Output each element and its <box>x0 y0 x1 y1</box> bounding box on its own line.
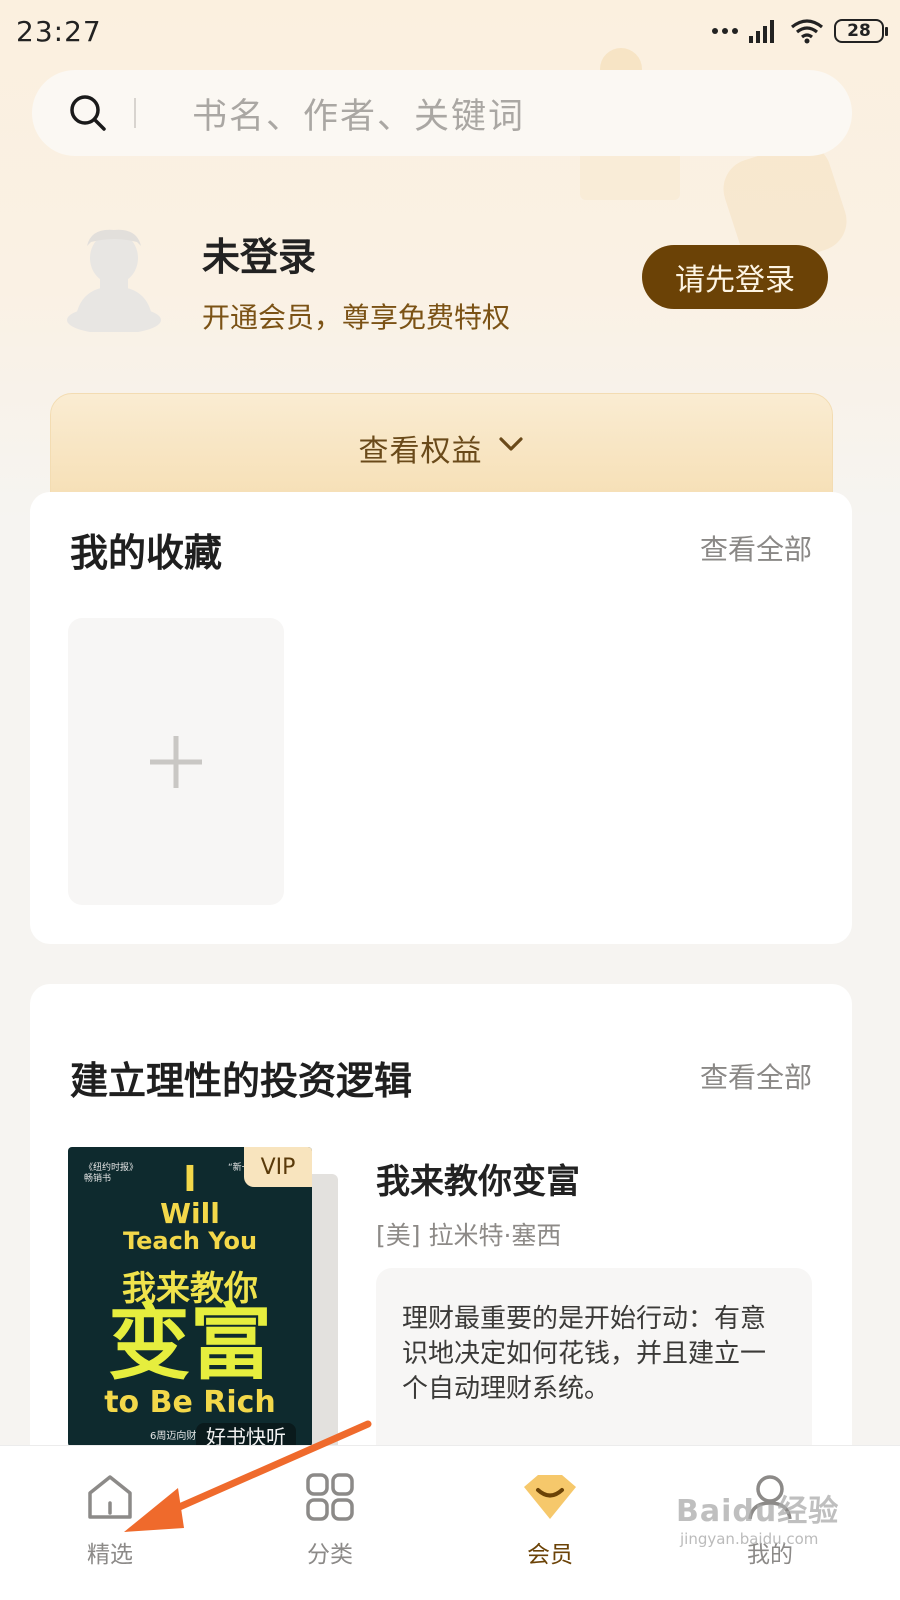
invest-view-all-link[interactable]: 查看全部 <box>700 1056 812 1096</box>
favorites-card: 我的收藏 查看全部 <box>30 492 852 944</box>
cover-footer-small: 6周迈向财 <box>150 1431 197 1442</box>
cover-line2: Will <box>160 1197 220 1230</box>
favorites-view-all-link[interactable]: 查看全部 <box>700 528 812 568</box>
profile-name: 未登录 <box>202 235 317 279</box>
search-icon[interactable] <box>68 93 108 133</box>
cover-footer: 好书快听 <box>196 1423 296 1447</box>
status-bar: 23:27 28 <box>0 0 900 62</box>
add-favorite-button[interactable] <box>68 618 284 905</box>
tab-categories[interactable]: 分类 <box>220 1446 440 1600</box>
vip-icon <box>524 1475 576 1519</box>
login-button[interactable]: 请先登录 <box>642 245 828 309</box>
book-author: [美] 拉米特·塞西 <box>376 1221 562 1250</box>
tab-label: 分类 <box>307 1542 353 1568</box>
status-indicators: 28 <box>712 18 888 44</box>
favorites-title: 我的收藏 <box>70 531 223 575</box>
book-title[interactable]: 我来教你变富 <box>376 1154 580 1203</box>
chevron-down-icon <box>498 437 523 451</box>
search-divider <box>134 98 136 128</box>
status-time: 23:27 <box>16 14 102 48</box>
wifi-icon <box>791 19 823 44</box>
profile-subtitle: 开通会员，尊享免费特权 <box>202 301 511 334</box>
home-icon <box>88 1475 132 1519</box>
benefits-label: 查看权益 <box>358 434 483 469</box>
cover-line4: to Be Rich <box>104 1385 276 1420</box>
cover-line3: Teach You <box>122 1227 258 1255</box>
cover-cn-big: 变富 <box>107 1296 272 1391</box>
search-bar[interactable]: 书名、作者、关键词 <box>32 70 852 156</box>
battery-indicator: 28 <box>834 19 888 43</box>
signal-icon <box>749 20 774 43</box>
watermark-sub: jingyan.baidu.com <box>680 1530 819 1548</box>
view-benefits-button[interactable]: 查看权益 <box>50 393 833 503</box>
book-description: 理财最重要的是开始行动：有意识地决定如何花钱，并且建立一个自动理财系统。 <box>376 1268 812 1468</box>
more-dots-icon <box>712 28 738 34</box>
battery-level: 28 <box>847 21 871 41</box>
watermark: Baidu经验 <box>676 1494 840 1529</box>
invest-section-title: 建立理性的投资逻辑 <box>70 1059 413 1103</box>
search-input[interactable]: 书名、作者、关键词 <box>192 88 525 139</box>
tab-label: 精选 <box>87 1542 133 1568</box>
tab-label: 会员 <box>527 1542 573 1568</box>
tab-featured[interactable]: 精选 <box>0 1446 220 1600</box>
book-cover[interactable]: 《纽约时报》 畅销书 “新一 I Will Teach You 我来教你 变富 … <box>68 1147 312 1447</box>
tab-vip[interactable]: 会员 <box>440 1446 660 1600</box>
plus-icon <box>150 735 202 788</box>
grid-icon <box>306 1473 354 1521</box>
avatar[interactable] <box>65 220 163 332</box>
vip-badge: VIP <box>244 1147 312 1187</box>
